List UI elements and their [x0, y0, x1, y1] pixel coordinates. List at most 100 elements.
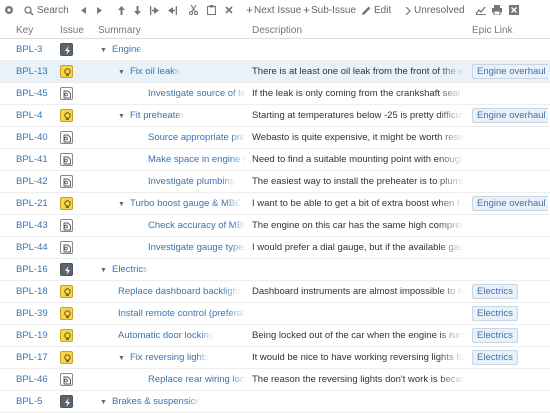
table-row[interactable]: BPL-40 Source appropriate preheater Webast…	[0, 127, 550, 149]
issue-key-link[interactable]: BPL-45	[16, 83, 58, 104]
print-icon[interactable]	[492, 5, 502, 15]
issue-key-link[interactable]: BPL-21	[16, 193, 58, 214]
summary-cell[interactable]: Investigate gauge types	[148, 237, 250, 258]
summary-link[interactable]: Electrics	[112, 259, 148, 280]
chart-icon[interactable]	[476, 5, 486, 15]
summary-link[interactable]: Install remote control (preferably)	[118, 303, 246, 324]
summary-link[interactable]: Brakes & suspension	[112, 391, 201, 412]
outdent-icon[interactable]	[168, 6, 177, 15]
table-row[interactable]: BPL-13 ▼ Fix oil leaks There is at least on…	[0, 61, 550, 83]
summary-link[interactable]: Investigate plumbing	[148, 171, 235, 192]
summary-cell[interactable]: ▼ Turbo boost gauge & MBC	[118, 193, 250, 214]
summary-cell[interactable]: Source appropriate preheater	[148, 127, 250, 148]
summary-link[interactable]: Fit preheater	[130, 105, 184, 126]
issue-key-link[interactable]: BPL-44	[16, 237, 58, 258]
summary-cell[interactable]: Investigate plumbing	[148, 171, 250, 192]
expand-toggle-icon[interactable]: ▼	[100, 40, 108, 60]
expand-toggle-icon[interactable]: ▼	[100, 260, 108, 280]
summary-cell[interactable]: ▼ Electrics	[100, 259, 250, 280]
epic-link-badge[interactable]: Electrics	[472, 328, 518, 343]
issue-key-link[interactable]: BPL-43	[16, 215, 58, 236]
move-up-icon[interactable]	[118, 6, 125, 15]
summary-cell[interactable]: Automatic door locking	[118, 325, 250, 346]
issue-key-link[interactable]: BPL-42	[16, 171, 58, 192]
table-row[interactable]: BPL-46 Replace rear wiring loom The reason…	[0, 369, 550, 391]
summary-cell[interactable]: Replace rear wiring loom	[148, 369, 250, 390]
summary-cell[interactable]: ▼ Brakes & suspension	[100, 391, 250, 412]
summary-link[interactable]: Replace rear wiring loom	[148, 369, 246, 390]
issue-key-link[interactable]: BPL-18	[16, 281, 58, 302]
table-row[interactable]: BPL-4 ▼ Fit preheater Starting at temperatu…	[0, 105, 550, 127]
summary-link[interactable]: Make space in engine bay	[148, 149, 246, 170]
summary-link[interactable]: Automatic door locking	[118, 325, 214, 346]
table-row[interactable]: BPL-42 Investigate plumbing The easiest wa…	[0, 171, 550, 193]
epic-link-badge[interactable]: Electrics	[472, 350, 518, 365]
summary-link[interactable]: Turbo boost gauge & MBC	[130, 193, 242, 214]
expand-toggle-icon[interactable]: ▼	[118, 62, 126, 82]
summary-link[interactable]: Investigate source of leak	[148, 83, 246, 104]
issue-key-link[interactable]: BPL-41	[16, 149, 58, 170]
delete-icon[interactable]	[225, 6, 233, 14]
summary-link[interactable]: Fix oil leaks	[130, 61, 180, 82]
column-issue[interactable]: Issue	[60, 25, 84, 36]
issue-key-link[interactable]: BPL-16	[16, 259, 58, 280]
epic-link-badge[interactable]: Electrics	[472, 306, 518, 321]
unresolved-button[interactable]: Unresolved	[405, 5, 465, 16]
expand-right-icon[interactable]	[96, 7, 102, 14]
summary-link[interactable]: Fix reversing lights	[130, 347, 209, 368]
table-row[interactable]: BPL-18 Replace dashboard backlight Dashboa…	[0, 281, 550, 303]
table-row[interactable]: BPL-3 ▼ Engine	[0, 39, 550, 61]
table-row[interactable]: BPL-44 Investigate gauge types I would pre…	[0, 237, 550, 259]
paste-icon[interactable]	[207, 5, 216, 15]
issue-key-link[interactable]: BPL-5	[16, 391, 58, 412]
cut-icon[interactable]	[189, 5, 198, 15]
issue-key-link[interactable]: BPL-39	[16, 303, 58, 324]
column-key[interactable]: Key	[16, 25, 33, 36]
table-row[interactable]: BPL-5 ▼ Brakes & suspension	[0, 391, 550, 413]
collapse-left-icon[interactable]	[81, 7, 87, 14]
expand-toggle-icon[interactable]: ▼	[118, 106, 126, 126]
table-row[interactable]: BPL-39 Install remote control (preferably…	[0, 303, 550, 325]
edit-button[interactable]: Edit	[362, 5, 391, 16]
issue-key-link[interactable]: BPL-4	[16, 105, 58, 126]
expand-toggle-icon[interactable]: ▼	[100, 392, 108, 412]
search-button[interactable]: Search	[24, 5, 69, 16]
move-down-icon[interactable]	[134, 6, 141, 15]
epic-link-badge[interactable]: Engine overhaul	[472, 196, 548, 211]
summary-link[interactable]: Engine	[112, 39, 142, 60]
table-row[interactable]: BPL-21 ▼ Turbo boost gauge & MBC I want to …	[0, 193, 550, 215]
summary-cell[interactable]: Investigate source of leak	[148, 83, 250, 104]
summary-link[interactable]: Investigate gauge types	[148, 237, 246, 258]
table-row[interactable]: BPL-41 Make space in engine bay Need to fi…	[0, 149, 550, 171]
table-row[interactable]: BPL-43 Check accuracy of MBC The engine on…	[0, 215, 550, 237]
issue-key-link[interactable]: BPL-13	[16, 61, 58, 82]
expand-toggle-icon[interactable]: ▼	[118, 348, 126, 368]
table-row[interactable]: BPL-45 Investigate source of leak If the l…	[0, 83, 550, 105]
epic-link-badge[interactable]: Engine overhaul	[472, 108, 548, 123]
summary-cell[interactable]: Install remote control (preferably)	[118, 303, 250, 324]
issue-key-link[interactable]: BPL-40	[16, 127, 58, 148]
epic-link-badge[interactable]: Electrics	[472, 284, 518, 299]
summary-cell[interactable]: Replace dashboard backlight	[118, 281, 250, 302]
next-issue-button[interactable]: + Next Issue	[246, 4, 301, 16]
summary-cell[interactable]: Make space in engine bay	[148, 149, 250, 170]
settings-icon[interactable]	[4, 5, 14, 15]
issue-key-link[interactable]: BPL-46	[16, 369, 58, 390]
summary-cell[interactable]: ▼ Fit preheater	[118, 105, 250, 126]
table-row[interactable]: BPL-17 ▼ Fix reversing lights It would be n…	[0, 347, 550, 369]
table-row[interactable]: BPL-19 Automatic door locking Being locked…	[0, 325, 550, 347]
expand-toggle-icon[interactable]: ▼	[118, 194, 126, 214]
column-epic-link[interactable]: Epic Link	[472, 25, 513, 36]
summary-cell[interactable]: ▼ Engine	[100, 39, 250, 60]
issue-key-link[interactable]: BPL-17	[16, 347, 58, 368]
issue-key-link[interactable]: BPL-3	[16, 39, 58, 60]
sub-issue-button[interactable]: + Sub-Issue	[303, 4, 356, 16]
table-row[interactable]: BPL-16 ▼ Electrics	[0, 259, 550, 281]
summary-cell[interactable]: Check accuracy of MBC	[148, 215, 250, 236]
column-description[interactable]: Description	[252, 25, 302, 36]
export-icon[interactable]	[509, 5, 519, 15]
summary-link[interactable]: Check accuracy of MBC	[148, 215, 246, 236]
issue-key-link[interactable]: BPL-19	[16, 325, 58, 346]
summary-link[interactable]: Replace dashboard backlight	[118, 281, 241, 302]
epic-link-badge[interactable]: Engine overhaul	[472, 64, 548, 79]
